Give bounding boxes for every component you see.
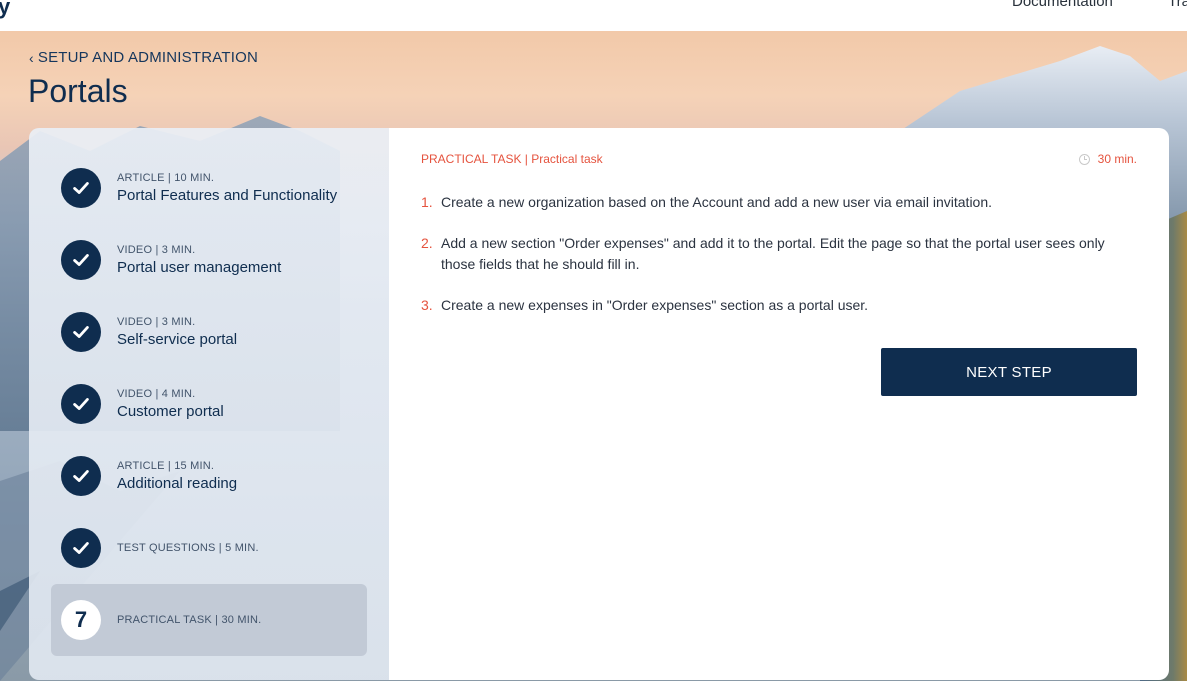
nav-link-truncated[interactable]: Tra [1168,0,1187,10]
list-item: 2. Add a new section "Order expenses" an… [421,233,1141,275]
steps-sidebar: ARTICLE | 10 MIN. Portal Features and Fu… [29,128,389,680]
item-text: Create a new organization based on the A… [441,194,993,210]
task-content: PRACTICAL TASK | Practical task 30 min. … [389,128,1169,680]
step-item-2[interactable]: VIDEO | 3 MIN. Portal user management [51,224,367,296]
clock-icon [1078,153,1090,165]
list-item: 1. Create a new organization based on th… [421,192,1141,213]
step-title: Additional reading [117,475,238,492]
step-title: Self-service portal [117,331,238,348]
list-item: 3. Create a new expenses in "Order expen… [421,295,1141,316]
next-step-button[interactable]: NEXT STEP [881,348,1137,396]
check-icon [61,528,101,568]
course-card: ARTICLE | 10 MIN. Portal Features and Fu… [29,128,1169,680]
step-meta: VIDEO | 3 MIN. [117,244,196,256]
item-number: 1. [421,194,433,210]
task-type-label: PRACTICAL TASK | Practical task [421,152,603,166]
step-item-3[interactable]: VIDEO | 3 MIN. Self-service portal [51,296,367,368]
step-meta: TEST QUESTIONS | 5 MIN. [117,542,259,554]
top-navigation-bar: y Documentation Tra [0,0,1187,31]
duration-label: 30 min. [1097,152,1137,166]
step-meta: VIDEO | 4 MIN. [117,388,196,400]
task-list: 1. Create a new organization based on th… [421,192,1141,336]
step-item-1[interactable]: ARTICLE | 10 MIN. Portal Features and Fu… [51,152,367,224]
item-text: Create a new expenses in "Order expenses… [441,297,869,313]
nav-link-documentation[interactable]: Documentation [1012,0,1113,10]
check-icon [61,384,101,424]
chevron-left-icon: ‹ [29,49,34,66]
step-meta: VIDEO | 3 MIN. [117,316,196,328]
breadcrumb[interactable]: ‹ SETUP AND ADMINISTRATION [29,49,258,66]
step-meta: PRACTICAL TASK | 30 MIN. [117,614,262,626]
check-icon [61,312,101,352]
page-title: Portals [28,73,128,109]
item-number: 2. [421,235,433,251]
step-item-6[interactable]: TEST QUESTIONS | 5 MIN. [51,512,367,584]
breadcrumb-label: SETUP AND ADMINISTRATION [37,49,258,66]
step-item-4[interactable]: VIDEO | 4 MIN. Customer portal [51,368,367,440]
logo[interactable]: y [0,0,10,20]
item-text: Add a new section "Order expenses" and a… [441,235,1105,272]
check-icon [61,456,101,496]
step-meta: ARTICLE | 15 MIN. [117,460,215,472]
step-item-7[interactable]: 7 PRACTICAL TASK | 30 MIN. [51,584,367,656]
step-meta: ARTICLE | 10 MIN. [117,172,215,184]
check-icon [61,168,101,208]
step-title: Portal Features and Functionality [117,187,338,204]
step-title: Customer portal [117,403,224,420]
item-number: 3. [421,297,433,313]
step-item-5[interactable]: ARTICLE | 15 MIN. Additional reading [51,440,367,512]
task-duration: 30 min. [1078,152,1137,166]
step-title: Portal user management [117,259,282,276]
check-icon [61,240,101,280]
step-number: 7 [61,600,101,640]
